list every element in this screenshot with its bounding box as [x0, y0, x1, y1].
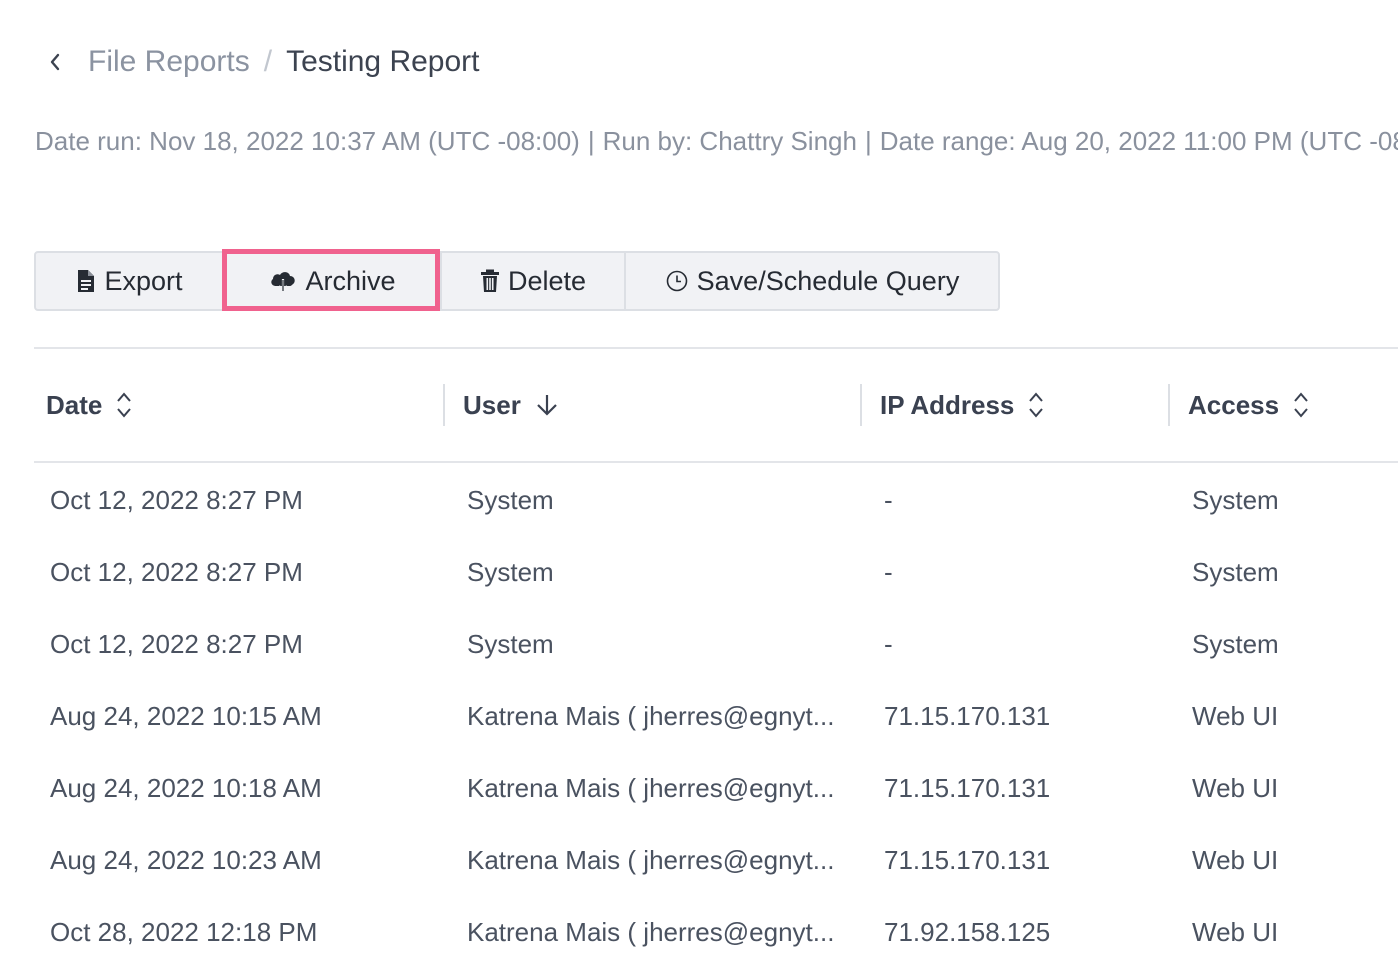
table-row[interactable]: Oct 12, 2022 8:27 PM System - System [34, 536, 1398, 608]
save-schedule-label: Save/Schedule Query [696, 265, 960, 296]
delete-label: Delete [507, 265, 587, 296]
meta-separator: | [587, 126, 595, 156]
trash-icon [480, 269, 500, 293]
column-header-ip-address[interactable]: IP Address [880, 350, 1044, 460]
clock-icon [665, 269, 689, 293]
sort-down-arrow-icon[interactable] [535, 392, 559, 418]
cell-access: System [1192, 628, 1279, 659]
cell-date: Oct 12, 2022 8:27 PM [50, 628, 303, 659]
export-button[interactable]: Export [36, 253, 223, 309]
cell-ip-address: 71.15.170.131 [884, 844, 1051, 875]
divider [34, 347, 1398, 349]
table-row[interactable]: Oct 28, 2022 12:18 PM Katrena Mais ( jhe… [34, 896, 1398, 962]
cell-date: Aug 24, 2022 10:23 AM [50, 844, 322, 875]
archive-label: Archive [305, 265, 396, 296]
archive-button[interactable]: Archive [223, 253, 440, 309]
cell-date: Oct 12, 2022 8:27 PM [50, 556, 303, 587]
column-header-user[interactable]: User [463, 350, 559, 460]
cell-user: System [467, 556, 554, 587]
column-label: User [463, 389, 521, 420]
back-button[interactable] [48, 40, 72, 84]
breadcrumb: File Reports / Testing Report [48, 40, 480, 84]
meta-separator: | [864, 126, 872, 156]
cell-ip-address: - [884, 556, 893, 587]
breadcrumb-file-reports[interactable]: File Reports [88, 45, 250, 79]
table-row[interactable]: Aug 24, 2022 10:23 AM Katrena Mais ( jhe… [34, 824, 1398, 896]
table-row[interactable]: Oct 12, 2022 8:27 PM System - System [34, 464, 1398, 536]
cell-ip-address: - [884, 628, 893, 659]
column-separator[interactable] [443, 384, 445, 426]
sort-both-icon[interactable] [1293, 390, 1309, 420]
report-meta: Date run: Nov 18, 2022 10:37 AM (UTC -08… [35, 126, 1398, 157]
cell-ip-address: - [884, 484, 893, 515]
cell-access: Web UI [1192, 772, 1279, 803]
table-row[interactable]: Oct 12, 2022 8:27 PM System - System [34, 608, 1398, 680]
cloud-download-icon [269, 269, 297, 293]
export-label: Export [104, 265, 183, 296]
sort-both-icon[interactable] [116, 390, 132, 420]
cell-ip-address: 71.15.170.131 [884, 772, 1051, 803]
cell-user: System [467, 628, 554, 659]
file-icon [76, 269, 96, 293]
cell-ip-address: 71.92.158.125 [884, 916, 1051, 947]
cell-user: Katrena Mais ( jherres@egnyt... [467, 916, 835, 947]
cell-user: Katrena Mais ( jherres@egnyt... [467, 772, 835, 803]
cell-access: System [1192, 556, 1279, 587]
cell-user: Katrena Mais ( jherres@egnyt... [467, 700, 835, 731]
report-page: File Reports / Testing Report Date run: … [0, 0, 1398, 962]
date-range: Date range: Aug 20, 2022 11:00 PM (UTC -… [879, 126, 1398, 156]
chevron-left-icon [50, 53, 60, 71]
cell-access: Web UI [1192, 844, 1279, 875]
delete-button[interactable]: Delete [440, 253, 624, 309]
cell-access: System [1192, 484, 1279, 515]
sort-both-icon[interactable] [1028, 390, 1044, 420]
column-label: Access [1188, 389, 1280, 420]
cell-date: Aug 24, 2022 10:15 AM [50, 700, 322, 731]
divider [34, 461, 1398, 463]
table-header: Date User IP Address Access [34, 350, 1398, 460]
action-toolbar: Export Archive Delete Save/Schedule Quer… [34, 251, 1000, 311]
cell-user: System [467, 484, 554, 515]
table-body: Oct 12, 2022 8:27 PM System - System Oct… [34, 464, 1398, 962]
cell-access: Web UI [1192, 700, 1279, 731]
column-header-access[interactable]: Access [1188, 350, 1309, 460]
table-row[interactable]: Aug 24, 2022 10:15 AM Katrena Mais ( jhe… [34, 680, 1398, 752]
cell-ip-address: 71.15.170.131 [884, 700, 1051, 731]
page-title: Testing Report [286, 45, 480, 78]
date-run: Date run: Nov 18, 2022 10:37 AM (UTC -08… [35, 126, 580, 156]
cell-user: Katrena Mais ( jherres@egnyt... [467, 844, 835, 875]
cell-date: Aug 24, 2022 10:18 AM [50, 772, 322, 803]
table-row[interactable]: Aug 24, 2022 10:18 AM Katrena Mais ( jhe… [34, 752, 1398, 824]
column-header-date[interactable]: Date [46, 350, 132, 460]
column-label: IP Address [880, 389, 1015, 420]
cell-access: Web UI [1192, 916, 1279, 947]
save-schedule-query-button[interactable]: Save/Schedule Query [624, 253, 998, 309]
column-separator[interactable] [1168, 384, 1170, 426]
column-separator[interactable] [860, 384, 862, 426]
column-label: Date [46, 389, 103, 420]
run-by: Run by: Chattry Singh [602, 126, 857, 156]
cell-date: Oct 28, 2022 12:18 PM [50, 916, 318, 947]
breadcrumb-separator: / [263, 45, 273, 78]
cell-date: Oct 12, 2022 8:27 PM [50, 484, 303, 515]
